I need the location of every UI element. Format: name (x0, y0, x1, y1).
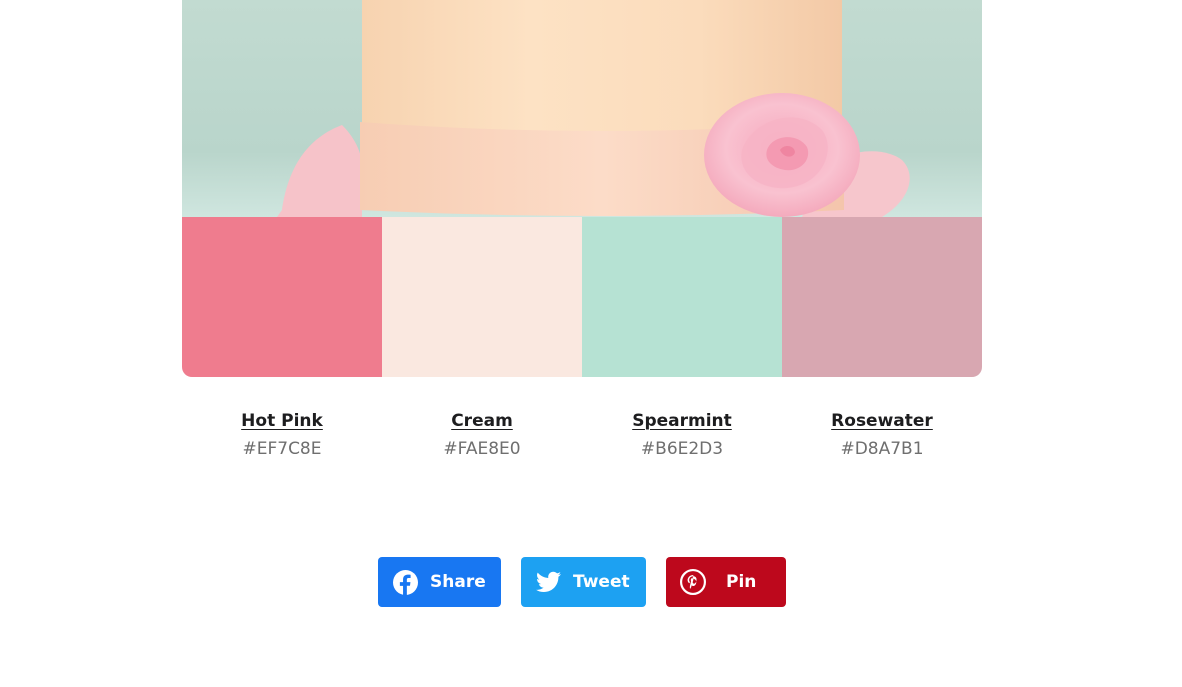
swatch-hot-pink (182, 217, 382, 377)
swatch-rosewater (782, 217, 982, 377)
pinterest-icon (680, 569, 706, 595)
facebook-share-button[interactable]: Share (378, 557, 501, 607)
color-label: Hot Pink #EF7C8E (182, 408, 382, 462)
color-hex-code: #EF7C8E (242, 439, 322, 459)
color-hex-code: #D8A7B1 (840, 439, 924, 459)
facebook-icon (392, 569, 418, 595)
share-buttons: Share Tweet Pin (378, 557, 786, 607)
color-label: Cream #FAE8E0 (382, 408, 582, 462)
color-labels: Hot Pink #EF7C8E Cream #FAE8E0 Spearmint… (182, 408, 982, 462)
twitter-tweet-label: Tweet (573, 572, 630, 592)
twitter-icon (535, 569, 561, 595)
swatch-cream (382, 217, 582, 377)
pinterest-pin-label: Pin (726, 572, 757, 592)
color-hex-code: #B6E2D3 (640, 439, 724, 459)
palette-photo (182, 0, 982, 217)
twitter-tweet-button[interactable]: Tweet (521, 557, 646, 607)
color-name-link[interactable]: Rosewater (831, 408, 933, 434)
facebook-share-label: Share (430, 572, 486, 592)
color-name-link[interactable]: Cream (451, 408, 513, 434)
color-name-link[interactable]: Hot Pink (241, 408, 323, 434)
color-name-link[interactable]: Spearmint (632, 408, 732, 434)
color-label: Spearmint #B6E2D3 (582, 408, 782, 462)
color-swatches (182, 217, 982, 377)
swatch-spearmint (582, 217, 782, 377)
color-hex-code: #FAE8E0 (443, 439, 521, 459)
cake-illustration (182, 0, 982, 217)
pinterest-pin-button[interactable]: Pin (666, 557, 786, 607)
page: Hot Pink #EF7C8E Cream #FAE8E0 Spearmint… (0, 0, 1182, 687)
color-label: Rosewater #D8A7B1 (782, 408, 982, 462)
